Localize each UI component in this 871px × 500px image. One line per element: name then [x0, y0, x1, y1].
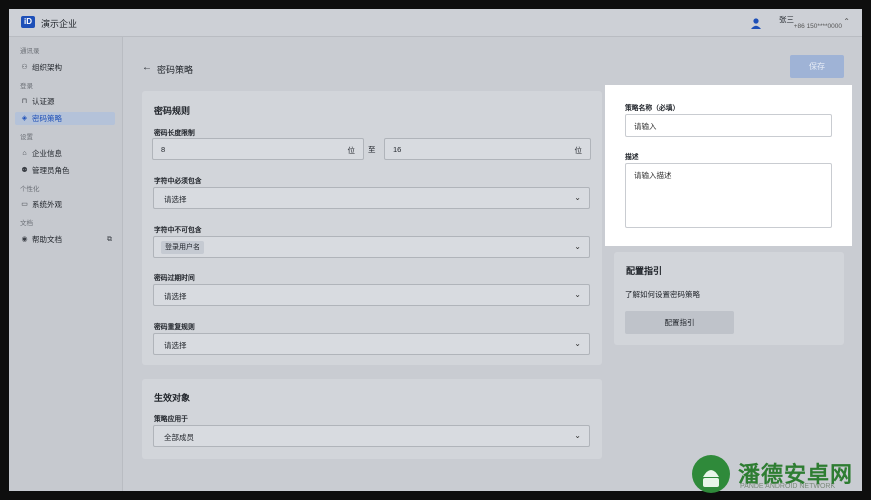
field-label: 密码长度限制: [154, 130, 195, 137]
sidebar-item-label: 帮助文档: [32, 235, 62, 244]
user-avatar-icon: [751, 18, 761, 29]
sidebar-item-label: 组织架构: [32, 63, 62, 72]
chevron-updown-icon[interactable]: ⌃: [843, 17, 850, 26]
shield-icon: ◈: [21, 115, 28, 122]
admin-icon: ⚉: [21, 167, 28, 174]
top-bar: iD 演示企业 张三 +86 150****0000 ⌃: [9, 9, 862, 37]
field-label: 密码过期时间: [154, 275, 195, 282]
select-value: 请选择: [164, 195, 187, 204]
group-settings: 设置: [20, 134, 33, 141]
sidebar-item-label: 企业信息: [32, 149, 62, 158]
chevron-down-icon: ⌄: [574, 193, 581, 202]
user-menu[interactable]: 张三 +86 150****0000 ⌃: [740, 13, 850, 33]
selected-tag: 登录用户名: [161, 241, 204, 254]
policy-name-input[interactable]: 请输入: [625, 114, 832, 137]
app-window: iD 演示企业 张三 +86 150****0000 ⌃ 通讯录 ⚇ 组织架构 …: [9, 9, 862, 491]
range-separator: 至: [368, 145, 376, 154]
page-title: 密码策略: [157, 65, 194, 75]
org-name: 演示企业: [41, 19, 78, 29]
effect-target-card: 生效对象 策略应用于: [142, 379, 602, 459]
password-rules-card: 密码规则 密码长度限制: [142, 91, 602, 365]
chevron-down-icon: ⌄: [574, 431, 581, 440]
lock-icon: ⊓: [21, 98, 28, 105]
must-include-select[interactable]: 请选择 ⌄: [153, 187, 590, 209]
field-label: 策略名称（必填）: [625, 105, 680, 112]
field-label: 密码重复规则: [154, 324, 195, 331]
group-personalization: 个性化: [20, 186, 40, 193]
monitor-icon: ▭: [21, 201, 28, 208]
sidebar-item-org[interactable]: ⚇ 组织架构: [15, 61, 115, 74]
sidebar-item-password-policy[interactable]: ◈ 密码策略: [15, 112, 115, 125]
card-title: 密码规则: [154, 106, 191, 116]
field-label: 策略应用于: [154, 416, 188, 423]
location-icon: ◉: [21, 236, 28, 243]
guide-text: 了解如何设置密码策略: [625, 290, 700, 299]
min-length-input[interactable]: 8 位: [152, 138, 364, 160]
user-name: 张三: [779, 15, 794, 24]
org-icon: ⚇: [21, 64, 28, 71]
min-length-value: 8: [161, 145, 166, 154]
external-link-icon: ⧉: [107, 236, 112, 243]
input-placeholder: 请输入: [634, 122, 657, 131]
field-label: 字符中不可包含: [154, 227, 202, 234]
sidebar-item-label: 管理员角色: [32, 166, 70, 175]
select-value: 请选择: [164, 292, 187, 301]
building-icon: ⌂: [22, 150, 27, 157]
android-logo-icon: [692, 455, 730, 493]
must-exclude-select[interactable]: 登录用户名 ⌄: [153, 236, 590, 258]
max-length-value: 16: [393, 145, 402, 154]
unit-label: 位: [574, 146, 583, 155]
max-length-input[interactable]: 16 位: [384, 138, 591, 160]
user-phone: +86 150****0000: [793, 23, 842, 30]
chevron-down-icon: ⌄: [574, 290, 581, 299]
unit-label: 位: [347, 146, 356, 155]
sidebar-item-company-info[interactable]: ⌂ 企业信息: [15, 147, 115, 160]
sidebar-item-admin-roles[interactable]: ⚉ 管理员角色: [15, 164, 115, 177]
field-label: 描述: [625, 154, 639, 161]
expiry-select[interactable]: 请选择 ⌄: [153, 284, 590, 306]
repeat-rule-select[interactable]: 请选择 ⌄: [153, 333, 590, 355]
group-docs: 文档: [20, 220, 33, 227]
card-title: 配置指引: [626, 266, 663, 276]
chevron-down-icon: ⌄: [574, 242, 581, 251]
sidebar-item-appearance[interactable]: ▭ 系统外观: [15, 198, 115, 211]
brand-logo: iD: [21, 16, 35, 28]
input-placeholder: 请输入描述: [634, 171, 672, 180]
sidebar-item-help-docs[interactable]: ◉ 帮助文档 ⧉: [15, 233, 115, 246]
select-value: 全部成员: [164, 433, 194, 442]
sidebar-item-label: 密码策略: [32, 114, 62, 123]
watermark-subtext: PANDE ANDROID NETWORK: [740, 483, 836, 490]
sidebar-item-label: 系统外观: [32, 200, 62, 209]
select-value: 请选择: [164, 341, 187, 350]
save-button[interactable]: 保存: [790, 55, 844, 78]
sidebar-item-label: 认证源: [32, 97, 55, 106]
sidebar-item-auth-source[interactable]: ⊓ 认证源: [15, 95, 115, 108]
guide-card: 配置指引 了解如何设置密码策略 配置指引: [614, 252, 844, 345]
group-login: 登录: [20, 83, 33, 90]
group-contacts: 通讯录: [20, 48, 40, 55]
guide-button[interactable]: 配置指引: [625, 311, 734, 334]
card-title: 生效对象: [154, 393, 191, 403]
field-label: 字符中必须包含: [154, 178, 202, 185]
chevron-down-icon: ⌄: [574, 339, 581, 348]
sidebar: 通讯录 ⚇ 组织架构 登录 ⊓ 认证源 ◈ 密码策略 设置 ⌂ 企业信息 ⚉ 管…: [9, 37, 123, 491]
policy-info-panel: 策略名称（必填） 请输入 描述 请输入描述: [605, 85, 852, 246]
back-arrow-icon[interactable]: ←: [142, 62, 152, 73]
apply-to-select[interactable]: 全部成员 ⌄: [153, 425, 590, 447]
description-textarea[interactable]: 请输入描述: [625, 163, 832, 228]
